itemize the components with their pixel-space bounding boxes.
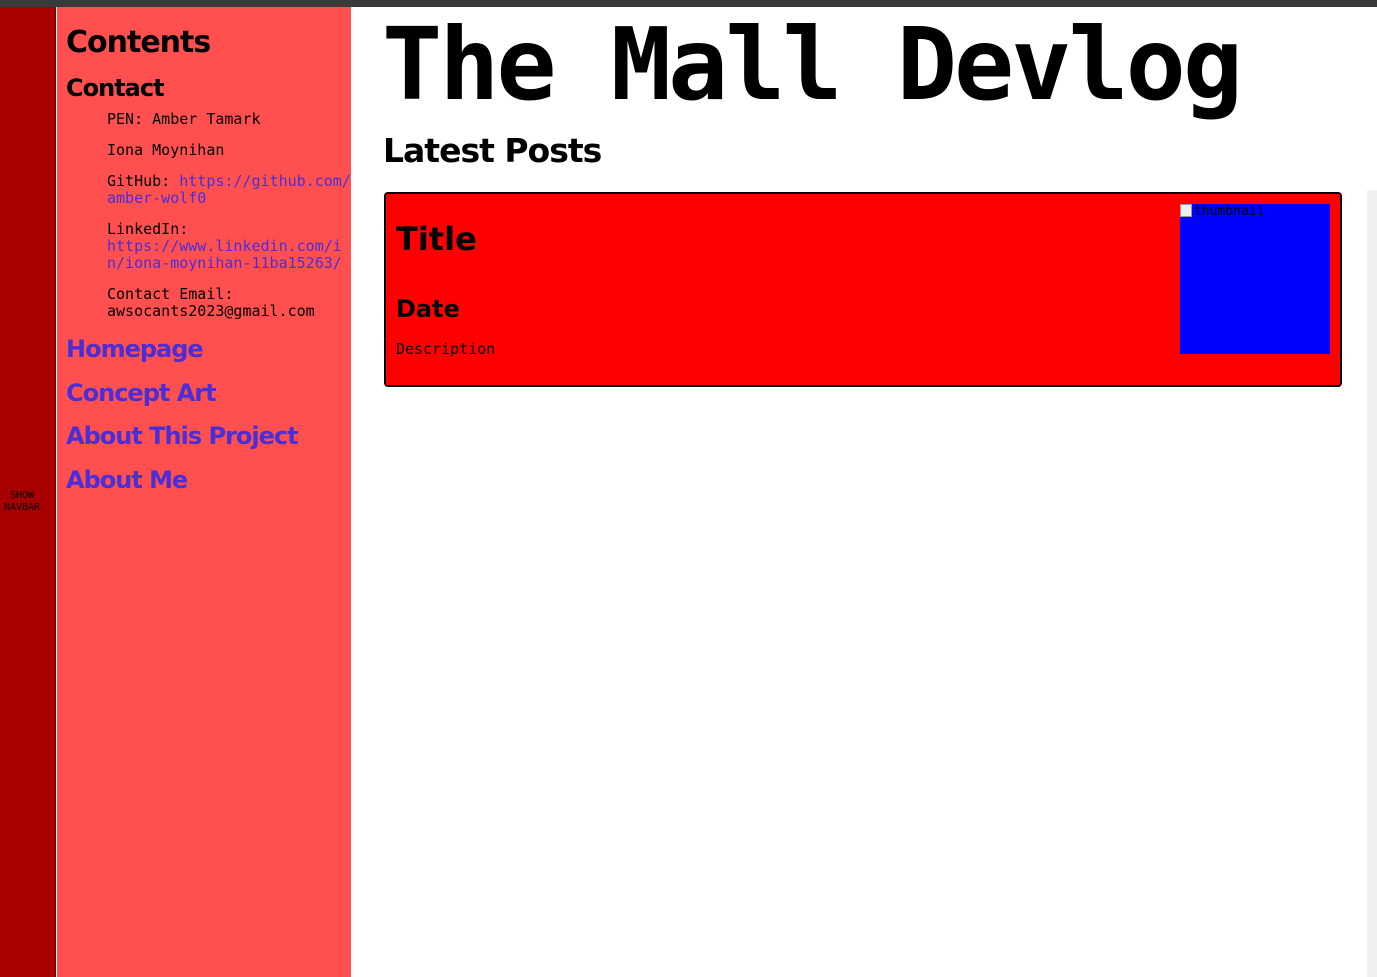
main-content: The Mall Devlog Latest Posts Title Date … — [351, 7, 1367, 977]
post-date: Date — [396, 295, 460, 323]
contact-heading: Contact — [66, 74, 165, 102]
post-description: Description — [396, 340, 496, 358]
post-card[interactable]: Title Date Description thumbnail — [384, 192, 1342, 387]
navbar-toggle-strip[interactable]: SHOW NAVBAR — [0, 7, 56, 977]
page-scrollbar[interactable] — [1367, 190, 1377, 977]
email-address: awsocants2023@gmail.com — [107, 302, 315, 320]
post-title: Title — [396, 220, 477, 258]
linkedin-label: LinkedIn: — [107, 220, 189, 238]
contact-pen: PEN: Amber Tamark — [107, 110, 261, 128]
nav-links: Homepage Concept Art About This Project … — [66, 334, 351, 495]
sidebar: Contents Contact PEN: Amber Tamark Iona … — [57, 7, 351, 977]
broken-image-icon — [1180, 204, 1192, 217]
nav-link-about-project[interactable]: About This Project — [66, 421, 351, 451]
github-label: GitHub: — [107, 172, 180, 190]
sidebar-heading: Contents — [66, 25, 211, 60]
email-label: Contact Email: — [107, 285, 234, 303]
site-title: The Mall Devlog — [382, 6, 1243, 123]
contact-linkedin: LinkedIn: https://www.linkedin.com/in/io… — [107, 221, 351, 272]
show-navbar-button[interactable]: SHOW NAVBAR — [0, 490, 44, 514]
latest-posts-heading: Latest Posts — [383, 131, 602, 170]
contact-github: GitHub: https://github.com/amber-wolf0 — [107, 173, 351, 207]
thumbnail-alt: thumbnail — [1180, 204, 1264, 220]
linkedin-link[interactable]: https://www.linkedin.com/in/iona-moyniha… — [107, 237, 342, 272]
nav-link-about-me[interactable]: About Me — [66, 465, 351, 495]
thumbnail-alt-text: thumbnail — [1194, 204, 1265, 219]
nav-link-concept-art[interactable]: Concept Art — [66, 378, 351, 408]
nav-link-homepage[interactable]: Homepage — [66, 334, 351, 364]
contact-name: Iona Moynihan — [107, 141, 225, 159]
post-thumbnail[interactable]: thumbnail — [1180, 204, 1330, 354]
contact-list: PEN: Amber Tamark Iona Moynihan GitHub: … — [107, 111, 351, 320]
contact-email: Contact Email: awsocants2023@gmail.com — [107, 286, 351, 320]
